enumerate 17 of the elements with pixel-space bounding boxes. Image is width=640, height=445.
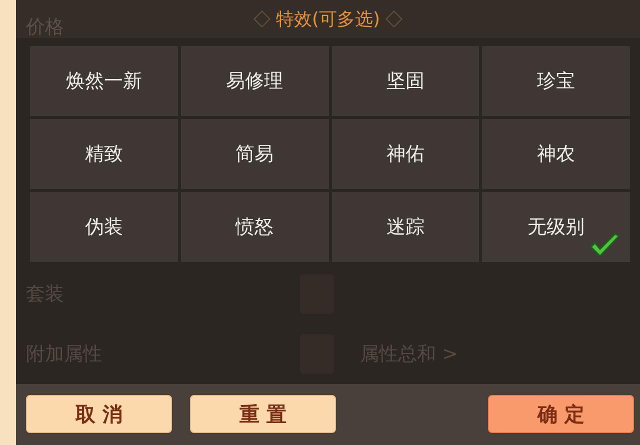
option-tile[interactable]: 坚固 bbox=[332, 46, 480, 116]
option-tile[interactable]: 简易 bbox=[180, 118, 328, 189]
option-tile[interactable]: 珍宝 bbox=[482, 46, 630, 116]
confirm-button[interactable]: 确 定 bbox=[488, 395, 634, 434]
option-tile[interactable]: 焕然一新 bbox=[30, 46, 178, 116]
action-button[interactable]: 重 置 bbox=[190, 395, 336, 434]
option-tile[interactable]: 神农 bbox=[482, 118, 630, 189]
option-tile[interactable]: 精致 bbox=[30, 118, 178, 189]
dialog-title: 特效(可多选) bbox=[276, 8, 380, 31]
option-tile[interactable]: 神佑 bbox=[332, 118, 480, 189]
option-tile[interactable]: 迷踪 bbox=[332, 192, 480, 262]
option-tile[interactable]: 易修理 bbox=[180, 46, 328, 116]
option-tile[interactable]: 愤怒 bbox=[180, 192, 328, 262]
option-tile[interactable]: 无级别 bbox=[482, 192, 630, 262]
check-icon bbox=[588, 232, 622, 260]
action-button[interactable]: 取 消 bbox=[26, 395, 172, 434]
option-tile[interactable]: 伪装 bbox=[30, 192, 178, 262]
